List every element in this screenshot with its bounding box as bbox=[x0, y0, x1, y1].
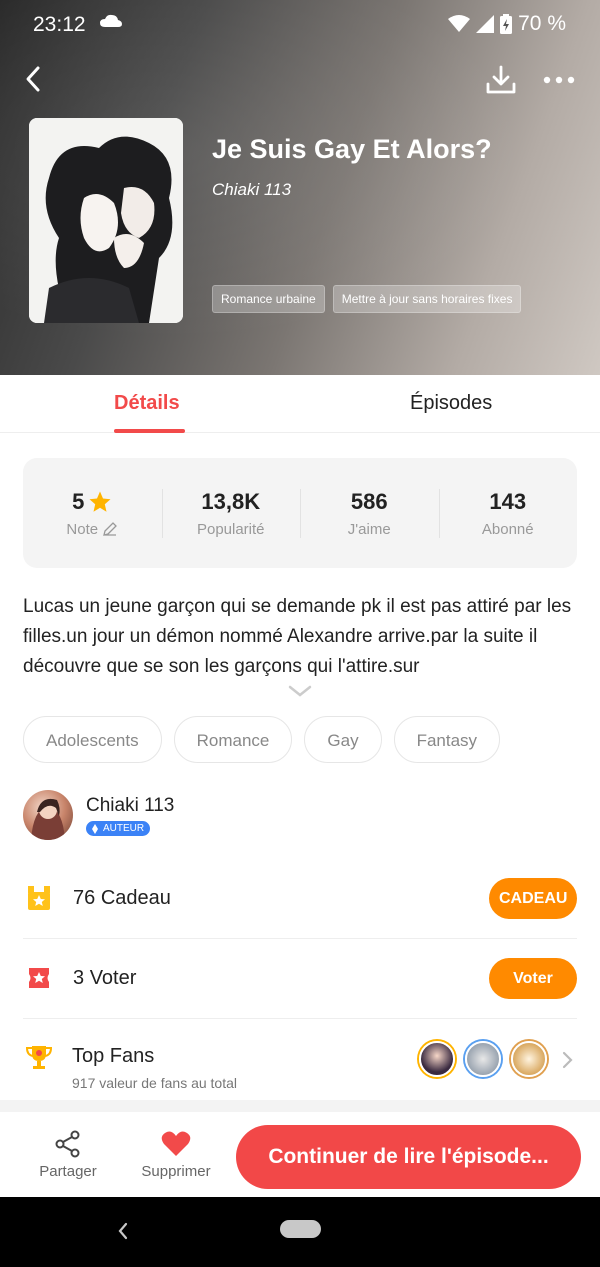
top-fans-row[interactable]: Top Fans 917 valeur de fans au total bbox=[23, 1019, 577, 1100]
vote-row: 3 Voter Voter bbox=[23, 939, 577, 1019]
fan-avatar bbox=[465, 1041, 501, 1077]
system-nav-bar bbox=[0, 1197, 600, 1267]
genre-chip[interactable]: Fantasy bbox=[393, 716, 501, 763]
stat-label: Abonné bbox=[481, 520, 534, 538]
tab-underline bbox=[114, 429, 185, 433]
battery-percent: 70 % bbox=[518, 12, 566, 35]
status-time: 23:12 bbox=[33, 13, 86, 36]
cover-image bbox=[29, 118, 183, 323]
genre-chip[interactable]: Adolescents bbox=[23, 716, 162, 763]
fan-avatar bbox=[511, 1041, 547, 1077]
edit-icon bbox=[103, 522, 118, 536]
more-icon[interactable] bbox=[542, 70, 576, 90]
tab-bar: Détails Épisodes bbox=[0, 375, 600, 433]
stat-value: 586 bbox=[350, 488, 388, 514]
stat-value: 13,8K bbox=[201, 488, 261, 514]
gift-button[interactable]: CADEAU bbox=[489, 878, 577, 919]
fan-avatar bbox=[419, 1041, 455, 1077]
synopsis: Lucas un jeune garçon qui se demande pk … bbox=[23, 596, 572, 677]
download-icon[interactable] bbox=[485, 64, 517, 96]
gift-count: 76 bbox=[73, 887, 96, 909]
pen-icon bbox=[92, 823, 98, 834]
delete-label: Supprimer bbox=[141, 1163, 211, 1180]
comic-author[interactable]: Chiaki 113 bbox=[212, 180, 291, 200]
system-icons: 70 % bbox=[448, 12, 566, 36]
stat-rating[interactable]: 5 Note bbox=[23, 489, 162, 538]
tab-details[interactable]: Détails bbox=[114, 392, 180, 415]
comic-title: Je Suis Gay Et Alors? bbox=[212, 134, 492, 164]
stat-label: Popularité bbox=[196, 520, 265, 538]
share-label: Partager bbox=[39, 1163, 97, 1180]
heart-icon bbox=[161, 1131, 191, 1156]
gift-row: 76 Cadeau CADEAU bbox=[23, 859, 577, 939]
hero-header: 23:12 70 % Je Suis Gay Et Alors? Chiaki … bbox=[0, 0, 600, 375]
nav-back-icon[interactable] bbox=[116, 1221, 130, 1241]
ticket-icon bbox=[29, 968, 49, 988]
author-badge: AUTEUR bbox=[86, 821, 151, 836]
stat-value: 143 bbox=[489, 488, 527, 514]
gift-icon bbox=[28, 886, 50, 910]
chevron-right-icon[interactable] bbox=[561, 1051, 573, 1069]
share-button[interactable]: Partager bbox=[38, 1130, 98, 1180]
stats-panel: 5 Note 13,8K Popularité 586 J'aime 143 A… bbox=[23, 458, 577, 568]
vote-button[interactable]: Voter bbox=[489, 958, 577, 999]
wifi-icon bbox=[448, 15, 471, 32]
status-bar: 23:12 70 % bbox=[0, 0, 600, 48]
hero-tag[interactable]: Mettre à jour sans horaires fixes bbox=[332, 285, 522, 313]
star-icon bbox=[89, 491, 111, 512]
battery-icon bbox=[500, 14, 513, 34]
genre-chip[interactable]: Romance bbox=[173, 716, 293, 763]
vote-label: Voter bbox=[89, 967, 137, 989]
stat-value: 5 bbox=[72, 488, 85, 514]
back-icon[interactable] bbox=[22, 64, 50, 94]
section-divider bbox=[0, 1100, 600, 1112]
author-name[interactable]: Chiaki 113 bbox=[86, 795, 174, 817]
continue-reading-button[interactable]: Continuer de lire l'épisode... bbox=[236, 1125, 581, 1189]
delete-button[interactable]: Supprimer bbox=[140, 1130, 212, 1180]
share-icon bbox=[55, 1130, 80, 1158]
stat-label: J'aime bbox=[347, 520, 391, 538]
trophy-icon bbox=[25, 1046, 53, 1069]
chevron-down-icon[interactable] bbox=[288, 684, 312, 698]
stat-popularity: 13,8K Popularité bbox=[161, 488, 301, 538]
bottom-action-bar: Partager Supprimer Continuer de lire l'é… bbox=[0, 1112, 600, 1197]
tab-episodes[interactable]: Épisodes bbox=[410, 392, 492, 415]
cloud-icon bbox=[100, 14, 122, 27]
fan-avatars bbox=[419, 1041, 547, 1077]
genre-chips: Adolescents Romance Gay Fantasy bbox=[23, 716, 501, 763]
stat-label: Note bbox=[66, 520, 99, 538]
hero-tag[interactable]: Romance urbaine bbox=[212, 285, 325, 313]
top-fans-subtitle: 917 valeur de fans au total bbox=[72, 1075, 238, 1091]
author-avatar[interactable] bbox=[23, 790, 73, 840]
signal-icon bbox=[476, 15, 495, 33]
gift-label: Cadeau bbox=[100, 887, 171, 909]
genre-chip[interactable]: Gay bbox=[304, 716, 382, 763]
stat-subscribers: 143 Abonné bbox=[438, 488, 578, 538]
hero-tags: Romance urbaine Mettre à jour sans horai… bbox=[212, 285, 522, 313]
nav-home-button[interactable] bbox=[280, 1220, 321, 1238]
vote-count: 3 bbox=[73, 967, 85, 989]
author-badge-label: AUTEUR bbox=[103, 823, 145, 834]
stat-likes: 586 J'aime bbox=[300, 488, 439, 538]
top-fans-title: Top Fans bbox=[72, 1045, 155, 1067]
